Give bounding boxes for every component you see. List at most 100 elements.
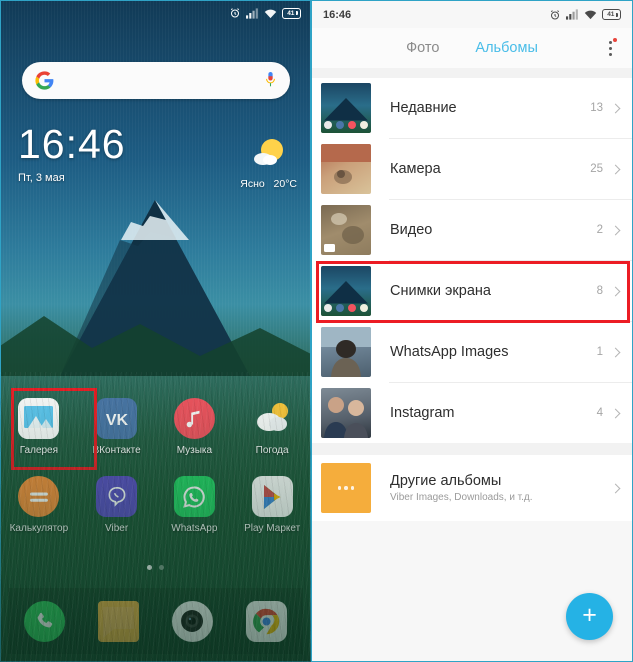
other-albums-text: Другие альбомы Viber Images, Downloads, … — [390, 473, 612, 503]
gallery-icon — [18, 398, 60, 439]
alarm-icon — [549, 9, 561, 21]
clock-widget[interactable]: 16:46 Пт, 3 мая — [18, 121, 126, 185]
chevron-right-icon — [610, 347, 621, 357]
album-title: Видео — [390, 222, 433, 238]
microphone-icon — [266, 72, 275, 87]
app-whatsapp[interactable]: WhatsApp — [156, 470, 234, 534]
album-count: 1 — [596, 346, 603, 358]
chevron-right-icon — [610, 408, 621, 418]
app-row-2: Калькулятор Viber WhatsApp Play Маркет — [0, 470, 311, 534]
gallery-tab-bar: Фото Альбомы — [312, 28, 632, 68]
album-count: 13 — [590, 102, 603, 114]
app-viber[interactable]: Viber — [78, 470, 156, 534]
page-indicator-dots — [0, 565, 311, 570]
section-gap — [312, 443, 632, 455]
app-label: Калькулятор — [9, 523, 69, 534]
album-count: 25 — [590, 163, 603, 175]
app-label: Музыка — [176, 445, 213, 456]
music-icon — [173, 398, 215, 439]
weather-icon — [252, 398, 293, 439]
kebab-menu-icon[interactable] — [603, 38, 617, 58]
app-label: Play Маркет — [244, 523, 301, 534]
album-thumbnail — [321, 205, 371, 255]
album-row-whatsapp-images[interactable]: WhatsApp Images 1 — [312, 322, 632, 382]
signal-icon — [246, 7, 259, 19]
weather-text: Ясно 20°C — [240, 178, 297, 190]
weather-widget[interactable]: Ясно 20°C — [240, 137, 297, 190]
weather-temperature: 20°C — [273, 178, 297, 190]
album-row-other[interactable]: Другие альбомы Viber Images, Downloads, … — [312, 455, 632, 521]
album-thumbnail — [321, 327, 371, 377]
page-dot-active[interactable] — [147, 565, 152, 570]
chrome-icon[interactable] — [245, 600, 287, 642]
messages-icon[interactable] — [98, 600, 140, 642]
app-label: Погода — [255, 445, 289, 456]
app-play-store[interactable]: Play Маркет — [233, 470, 311, 534]
list-top-gap — [312, 68, 632, 78]
album-row-screenshots[interactable]: Снимки экрана 8 — [312, 261, 632, 321]
vk-icon: VK — [96, 398, 138, 439]
app-gallery[interactable]: Галерея — [0, 392, 78, 456]
add-album-fab[interactable]: + — [566, 593, 613, 640]
chevron-right-icon — [610, 103, 621, 113]
plus-icon: + — [582, 600, 597, 629]
app-label: Viber — [105, 523, 129, 534]
album-thumbnail — [321, 266, 371, 316]
calculator-icon — [18, 476, 60, 517]
google-search-bar[interactable] — [22, 62, 290, 99]
album-thumbnail — [321, 83, 371, 133]
dock — [8, 588, 303, 654]
album-count: 8 — [596, 285, 603, 297]
album-title: Instagram — [390, 405, 455, 421]
clock-time: 16:46 — [18, 121, 126, 167]
menu-badge-dot — [613, 38, 617, 42]
wifi-icon — [264, 8, 277, 19]
chevron-right-icon — [610, 225, 621, 235]
album-row-camera[interactable]: Камера 25 — [312, 139, 632, 199]
battery-icon: 41 — [282, 7, 301, 19]
app-label: Галерея — [19, 445, 59, 456]
album-title: Камера — [390, 161, 441, 177]
app-weather[interactable]: Погода — [233, 392, 311, 456]
camera-icon[interactable] — [171, 600, 213, 642]
other-albums-title: Другие альбомы — [390, 473, 502, 489]
sun-cloud-icon — [253, 139, 283, 165]
albums-list: Недавние 13 Камера 25 Видео 2 Снимки экр… — [312, 78, 632, 443]
svg-text:VK: VK — [106, 412, 129, 428]
album-title: WhatsApp Images — [390, 344, 509, 360]
status-time: 16:46 — [323, 8, 352, 21]
album-row-recent[interactable]: Недавние 13 — [312, 78, 632, 138]
page-dot[interactable] — [159, 565, 164, 570]
screenshot-root: 41 16:46 Пт, 3 мая Ясно 20°C Галерея VK … — [0, 0, 633, 662]
other-albums-subtitle: Viber Images, Downloads, и т.д. — [390, 492, 533, 503]
phone-icon[interactable] — [24, 600, 66, 642]
mountain-wallpaper — [0, 200, 311, 376]
right-status-bar: 16:46 41 — [312, 1, 632, 28]
clock-date: Пт, 3 мая — [18, 172, 65, 184]
tab-albums[interactable]: Альбомы — [475, 40, 537, 56]
wallpaper-texture — [0, 0, 311, 662]
app-calculator[interactable]: Калькулятор — [0, 470, 78, 534]
signal-icon — [566, 9, 579, 20]
app-row-1: Галерея VK ВКонтакте Музыка Погода — [0, 392, 311, 456]
app-vk[interactable]: VK ВКонтакте — [78, 392, 156, 456]
left-phone-frame — [0, 0, 311, 662]
weather-condition: Ясно — [240, 178, 265, 190]
right-phone-gallery-app: 16:46 41 Фото Альбомы Недавние 13 Камера… — [311, 0, 633, 662]
chevron-right-icon — [610, 286, 621, 296]
album-title: Снимки экрана — [390, 283, 491, 299]
whatsapp-icon — [173, 476, 215, 517]
tab-photos[interactable]: Фото — [406, 40, 439, 56]
album-row-instagram[interactable]: Instagram 4 — [312, 383, 632, 443]
chevron-right-icon — [610, 164, 621, 174]
album-count: 2 — [596, 224, 603, 236]
ellipsis-tile-icon — [321, 463, 371, 513]
app-grid: Галерея VK ВКонтакте Музыка Погода Кальк… — [0, 392, 311, 534]
left-status-bar: 41 — [0, 0, 311, 26]
album-thumbnail — [321, 388, 371, 438]
battery-icon: 41 — [602, 9, 621, 20]
wifi-icon — [584, 9, 597, 20]
chevron-right-icon — [610, 483, 621, 493]
album-row-video[interactable]: Видео 2 — [312, 200, 632, 260]
app-music[interactable]: Музыка — [156, 392, 234, 456]
